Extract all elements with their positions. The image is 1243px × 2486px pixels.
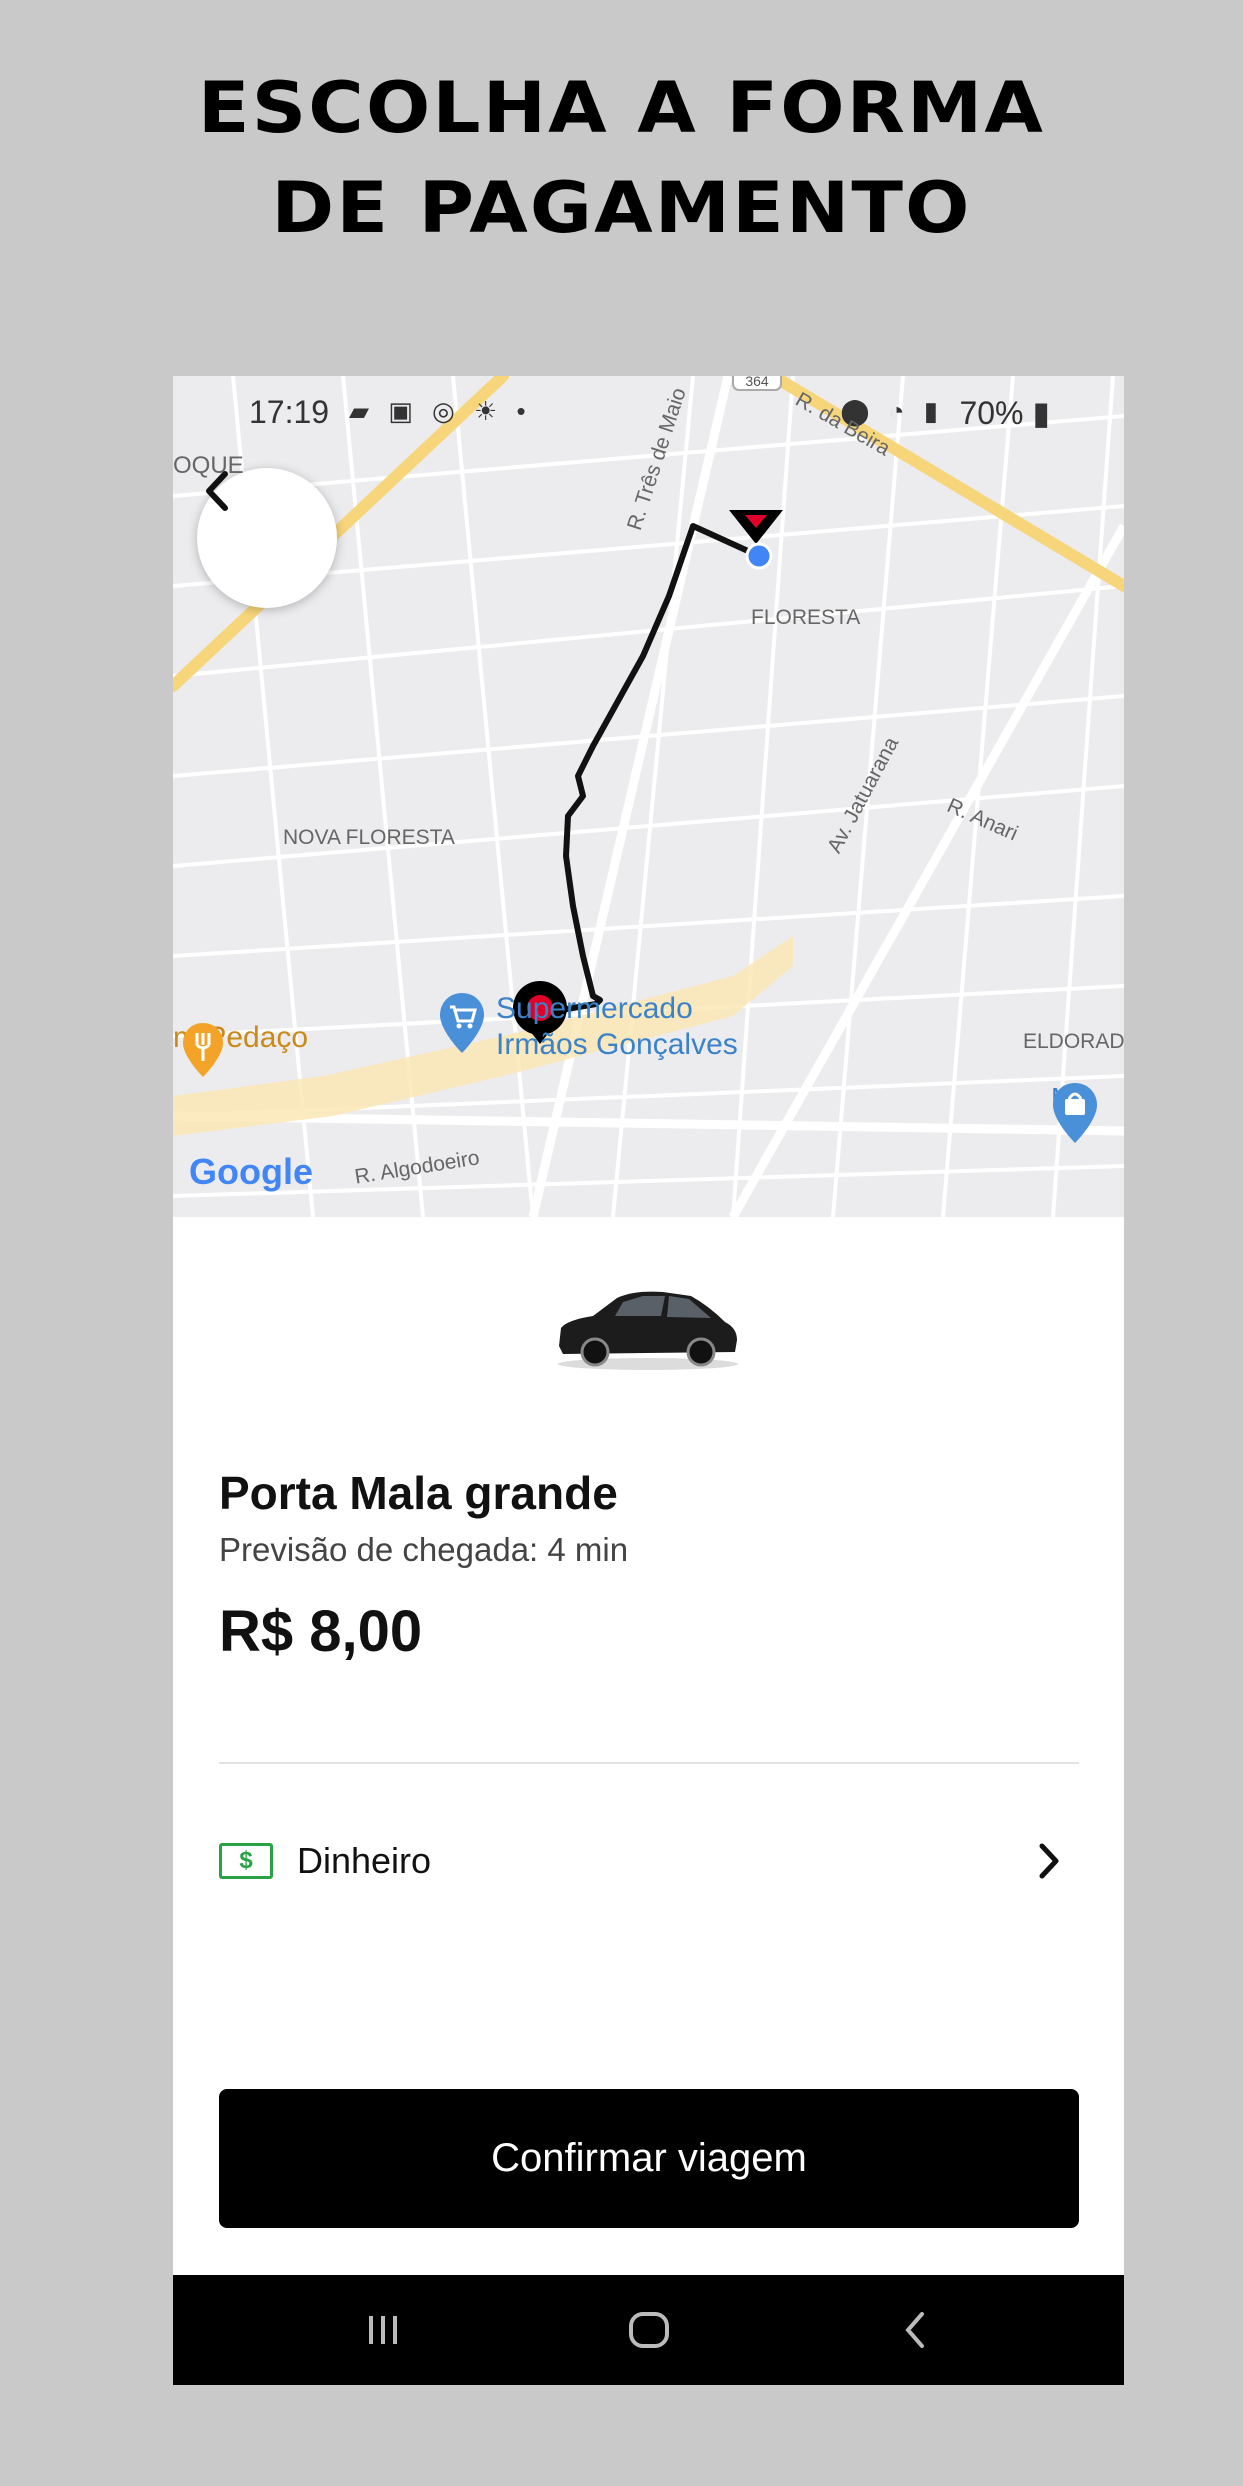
poi-restaurant[interactable]: m Pedaço xyxy=(173,1021,308,1077)
map-label-floresta: FLORESTA xyxy=(751,606,861,629)
status-bar: 17:19 ▰ ▣ ◎ ☀ • ⬤ ◔ ▮ 70% ▮ xyxy=(173,386,1124,436)
android-nav-bar xyxy=(173,2275,1124,2385)
map-label-oque: OQUE xyxy=(173,452,244,479)
voicemail-icon: ▣ xyxy=(388,396,419,426)
payment-method-label: Dinheiro xyxy=(297,1840,432,1881)
dot-icon: • xyxy=(516,396,532,426)
confirm-trip-button[interactable]: Confirmar viagem xyxy=(219,2089,1079,2228)
back-arrow-icon xyxy=(905,2312,924,2348)
restaurant-pin-icon xyxy=(183,1023,223,1077)
back-button[interactable] xyxy=(197,468,337,608)
wifi-icon: ◔ xyxy=(888,396,911,426)
map-label-nova-floresta: NOVA FLORESTA xyxy=(283,826,455,849)
car-icon xyxy=(558,1291,738,1370)
shopping-bag-pin-icon xyxy=(1053,1083,1097,1143)
signal-icon: ▮ xyxy=(923,396,944,426)
headline-line-2: DE PAGAMENTO xyxy=(271,167,972,249)
page-headline: ESCOLHA A FORMA DE PAGAMENTO xyxy=(0,58,1243,258)
car-image xyxy=(553,1276,743,1376)
chevron-right-icon xyxy=(1039,1843,1059,1879)
cash-icon: $ xyxy=(219,1843,273,1879)
ride-name: Porta Mala grande xyxy=(219,1467,618,1519)
recent-apps-icon xyxy=(369,2316,397,2344)
phone-screen: 364 17:19 ▰ ▣ ◎ ☀ • ⬤ ◔ ▮ 70% ▮ OQUE FLO… xyxy=(173,376,1124,2385)
poi-store[interactable]: M s xyxy=(1051,1081,1097,1143)
map-label-eldorado: ELDORADO xyxy=(1023,1030,1124,1053)
google-label: Google xyxy=(189,1151,313,1192)
google-logo: Google xyxy=(189,1151,313,1193)
battery-icon: ▮ xyxy=(1032,395,1050,431)
message-icon: ▰ xyxy=(349,396,375,426)
divider xyxy=(219,1762,1079,1764)
supermarket-label-line2: Irmãos Gonçalves xyxy=(496,1028,738,1061)
ride-eta: Previsão de chegada: 4 min xyxy=(219,1531,629,1568)
nav-back-button[interactable] xyxy=(885,2305,945,2355)
status-time: 17:19 xyxy=(249,394,330,430)
battery-indicator: 70% ▮ xyxy=(959,394,1050,432)
notification-icons: ▰ ▣ ◎ ☀ • xyxy=(349,396,532,427)
shopping-cart-pin-icon xyxy=(440,993,484,1053)
instagram-icon: ◎ xyxy=(432,396,461,426)
weather-icon: ☀ xyxy=(473,396,504,426)
home-icon xyxy=(629,2312,669,2348)
ride-price: R$ 8,00 xyxy=(219,1599,423,1664)
recent-apps-button[interactable] xyxy=(353,2305,413,2355)
home-button[interactable] xyxy=(619,2305,679,2355)
supermarket-label-line1: Supermercado xyxy=(496,992,693,1025)
headline-line-1: ESCOLHA A FORMA xyxy=(197,67,1046,149)
route-map[interactable]: 364 17:19 ▰ ▣ ◎ ☀ • ⬤ ◔ ▮ 70% ▮ OQUE FLO… xyxy=(173,376,1124,1217)
battery-percent: 70% xyxy=(959,395,1024,431)
cash-icon-symbol: $ xyxy=(239,1847,253,1874)
payment-method-row[interactable]: $ Dinheiro xyxy=(219,1816,1079,1906)
